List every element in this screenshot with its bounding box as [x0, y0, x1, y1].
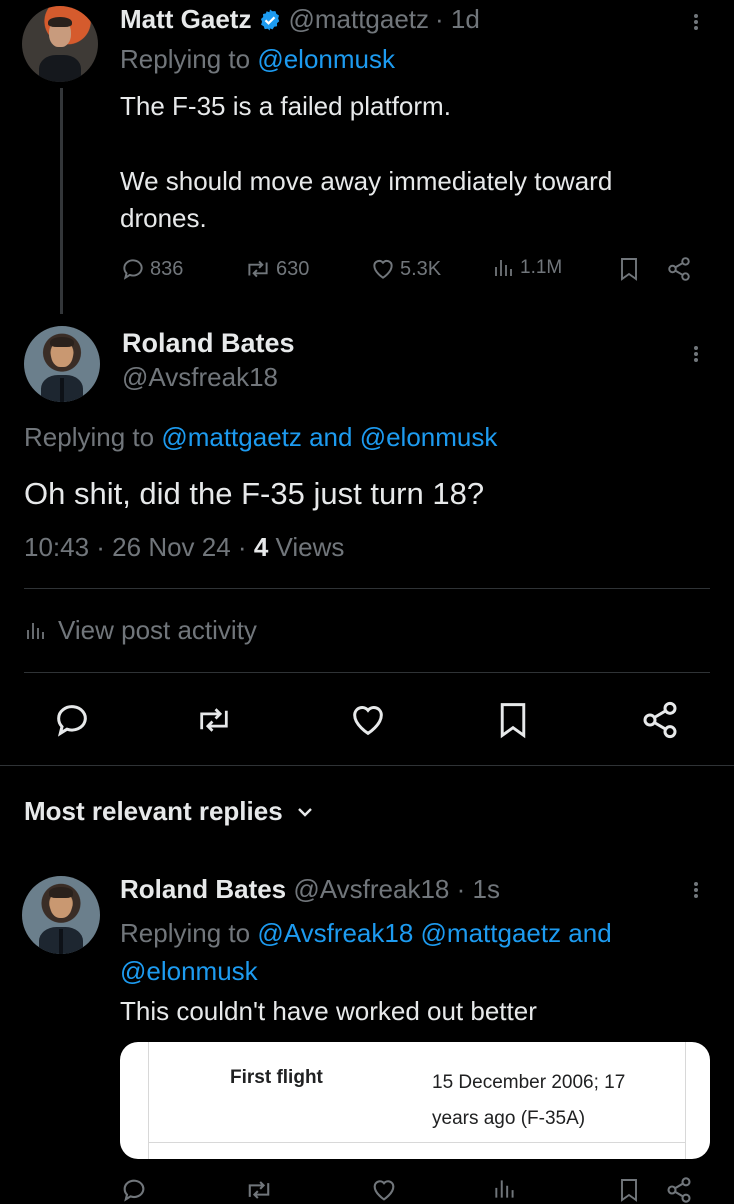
like-button[interactable] [348, 700, 388, 740]
card-label: First flight [230, 1067, 323, 1088]
view-post-activity-label: View post activity [58, 615, 257, 645]
like-count: 5.3K [400, 257, 442, 280]
divider [24, 588, 710, 589]
share-button[interactable] [665, 256, 693, 282]
card-border [148, 1142, 686, 1143]
tweet1-replying: Replying to @elonmusk [120, 44, 395, 75]
replying-prefix: Replying to [120, 44, 251, 74]
tweet1-handle[interactable]: @mattgaetz [288, 4, 429, 35]
tweet1-text: The F-35 is a failed platform. We should… [120, 88, 720, 237]
views-icon [24, 619, 48, 643]
share-icon [640, 700, 680, 740]
reply-handle[interactable]: @Avsfreak18 [293, 874, 449, 904]
share-icon [665, 256, 693, 282]
card-value-line: years ago (F-35A) [432, 1108, 586, 1129]
bookmark-icon [617, 256, 641, 282]
reply-icon [52, 700, 92, 740]
avatar-roland-bates[interactable] [24, 326, 100, 402]
card-value-line: 15 December 2006; 17 [432, 1072, 626, 1093]
avatar-roland-bates[interactable] [22, 876, 100, 954]
main-post-text: Oh shit, did the F-35 just turn 18? [24, 476, 485, 511]
views-button[interactable] [492, 1176, 518, 1202]
tweet1-time: · 1d [435, 4, 480, 34]
reply-icon [120, 256, 146, 282]
chevron-down-icon [295, 802, 315, 822]
tweet1-text-line: drones. [120, 203, 207, 233]
like-icon [348, 700, 388, 740]
share-button[interactable] [640, 700, 680, 740]
post-timestamp[interactable]: 10:43 · 26 Nov 24 · [24, 532, 254, 562]
replying-link[interactable]: @mattgaetz and @elonmusk [161, 422, 497, 452]
post-views-label: Views [268, 532, 345, 562]
bookmark-icon [494, 700, 532, 740]
repost-icon [244, 256, 272, 282]
like-button[interactable]: 5.3K [370, 256, 441, 282]
reply-author-name[interactable]: Roland Bates [120, 874, 286, 904]
views-count: 1.1M [520, 257, 563, 278]
thread-line [60, 88, 63, 314]
reply-image-card[interactable]: First flight 15 December 2006; 17 years … [120, 1042, 710, 1159]
reply-replying: Replying to @Avsfreak18 @mattgaetz and @… [120, 914, 612, 990]
reply-time: · 1s [456, 874, 500, 904]
more-icon[interactable] [693, 12, 699, 32]
main-author-name[interactable]: Roland Bates [122, 328, 295, 359]
more-icon[interactable] [693, 880, 699, 900]
main-post-meta: 10:43 · 26 Nov 24 · 4 Views [24, 532, 344, 563]
repost-button[interactable] [194, 700, 234, 740]
reply-button[interactable] [52, 700, 92, 740]
reply-count: 836 [150, 257, 184, 280]
view-post-activity[interactable]: View post activity [24, 615, 257, 646]
replying-link[interactable]: @elonmusk [120, 952, 612, 990]
repost-icon [194, 700, 234, 740]
bookmark-button[interactable] [617, 256, 641, 282]
reply-button[interactable]: 836 [120, 256, 183, 282]
avatar-matt-gaetz[interactable] [22, 6, 98, 82]
like-icon [370, 256, 396, 282]
tweet1-header: Matt Gaetz @mattgaetz · 1d [120, 4, 480, 35]
tweet1-author-name[interactable]: Matt Gaetz [120, 4, 251, 35]
reply-text: This couldn't have worked out better [120, 996, 537, 1026]
replying-prefix: Replying to [24, 422, 155, 452]
verified-badge-icon [258, 8, 282, 32]
more-icon[interactable] [693, 344, 699, 364]
replying-prefix: Replying to [120, 918, 251, 948]
replying-link[interactable]: @Avsfreak18 @mattgaetz and [257, 918, 611, 948]
tweet1-text-line: We should move away immediately toward [120, 166, 613, 196]
divider [0, 765, 734, 766]
replying-link[interactable]: @elonmusk [257, 44, 395, 74]
main-author-handle[interactable]: @Avsfreak18 [122, 362, 278, 393]
bookmark-button[interactable] [494, 700, 532, 740]
card-value: 15 December 2006; 17 years ago (F-35A) [432, 1065, 625, 1137]
tweet1-text-line: The F-35 is a failed platform. [120, 91, 451, 121]
replies-sort-label: Most relevant replies [24, 796, 283, 826]
replies-sort-dropdown[interactable]: Most relevant replies [24, 796, 315, 827]
repost-button[interactable]: 630 [244, 256, 309, 282]
divider [24, 672, 710, 673]
main-replying: Replying to @mattgaetz and @elonmusk [24, 422, 497, 453]
post-views-count: 4 [253, 532, 269, 562]
repost-count: 630 [276, 257, 310, 280]
views-icon [492, 256, 516, 280]
views-button[interactable]: 1.1M [492, 256, 562, 280]
reply-header: Roland Bates @Avsfreak18 · 1s [120, 874, 500, 905]
views-icon [492, 1176, 518, 1202]
